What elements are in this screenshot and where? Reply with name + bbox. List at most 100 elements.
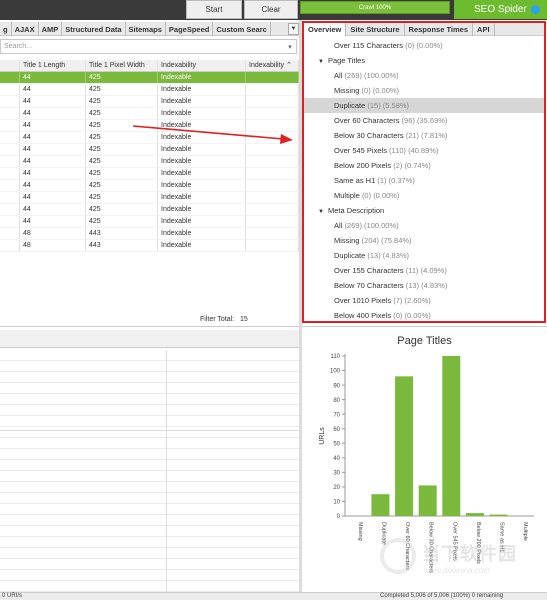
start-button[interactable]: Start — [186, 0, 242, 19]
tab-ajax[interactable]: AJAX — [12, 22, 39, 36]
chart-bar — [442, 356, 461, 516]
table-cell: Indexable — [158, 156, 246, 167]
overview-item-count: (269) (100.00%) — [344, 71, 399, 80]
overview-item[interactable]: Over 60 Characters (96) (35.69%) — [304, 113, 544, 128]
brand-logo: SEO Spider — [454, 0, 547, 19]
overview-item[interactable]: Duplicate (15) (5.58%) — [304, 98, 544, 113]
table-row[interactable]: 44 425 Indexable — [0, 132, 299, 144]
overview-item[interactable]: Multiple (0) (0.00%) — [304, 188, 544, 203]
overview-item[interactable]: Over 545 Pixels (110) (40.89%) — [304, 143, 544, 158]
overview-item[interactable]: Duplicate (13) (4.83%) — [304, 248, 544, 263]
chart-bar — [395, 376, 414, 516]
table-cell — [0, 216, 20, 227]
table-cell: Indexable — [158, 144, 246, 155]
table-row[interactable]: 48 443 Indexable — [0, 240, 299, 252]
table-cell: 48 — [20, 228, 86, 239]
table-cell: Indexable — [158, 180, 246, 191]
results-table: Title 1 Length Title 1 Pixel Width Index… — [0, 60, 299, 252]
y-tick-label: 80 — [333, 398, 340, 404]
watermark-text: 当下软件园 — [422, 544, 517, 564]
column-header[interactable]: Title 1 Pixel Width — [86, 60, 158, 71]
tab-response-times[interactable]: Response Times — [405, 23, 474, 36]
table-row[interactable]: 44 425 Indexable — [0, 84, 299, 96]
table-row[interactable]: 44 425 Indexable — [0, 96, 299, 108]
table-cell — [246, 96, 299, 107]
table-cell — [0, 132, 20, 143]
table-row[interactable]: 44 425 Indexable — [0, 216, 299, 228]
table-cell — [0, 192, 20, 203]
overview-item[interactable]: Below 400 Pixels (0) (0.00%) — [304, 308, 544, 321]
overview-item[interactable]: Below 30 Characters (21) (7.81%) — [304, 128, 544, 143]
tab-sitemaps[interactable]: Sitemaps — [126, 22, 166, 36]
table-row[interactable]: 44 425 Indexable — [0, 204, 299, 216]
table-cell — [246, 108, 299, 119]
y-tick-label: 40 — [333, 456, 340, 462]
overview-item-label: Below 400 Pixels — [334, 311, 392, 320]
search-input[interactable]: Search... ▾ — [0, 39, 297, 54]
tab-api[interactable]: API — [473, 23, 495, 36]
overview-item[interactable]: Below 200 Pixels (2) (0.74%) — [304, 158, 544, 173]
overview-item-label: All — [334, 71, 343, 80]
divider — [0, 326, 299, 327]
column-header[interactable]: Title 1 Length — [20, 60, 86, 71]
tab-hidden-prev[interactable]: g — [0, 22, 12, 36]
tab-pagespeed[interactable]: PageSpeed — [166, 22, 214, 36]
tab-site-structure[interactable]: Site Structure — [346, 23, 405, 36]
y-tick-label: 50 — [333, 441, 340, 447]
overview-item-label: Same as H1 — [334, 176, 376, 185]
table-row[interactable]: 44 425 Indexable — [0, 192, 299, 204]
tab-amp[interactable]: AMP — [39, 22, 63, 36]
table-cell — [0, 144, 20, 155]
overview-item[interactable]: All (269) (100.00%) — [304, 218, 544, 233]
table-cell — [246, 84, 299, 95]
column-header[interactable]: Indexability ⌃ — [246, 60, 299, 71]
table-row[interactable]: 44 425 Indexable — [0, 180, 299, 192]
overview-item[interactable]: All (269) (100.00%) — [304, 68, 544, 83]
table-row[interactable]: 44 425 Indexable — [0, 144, 299, 156]
chart-bar — [465, 513, 484, 516]
table-cell: Indexable — [158, 120, 246, 131]
table-row[interactable]: 44 425 Indexable — [0, 168, 299, 180]
table-cell — [0, 204, 20, 215]
overview-item[interactable]: Missing (204) (75.84%) — [304, 233, 544, 248]
table-row[interactable]: 44 425 Indexable — [0, 108, 299, 120]
table-cell — [0, 84, 20, 95]
chevron-down-icon[interactable]: ▾ — [284, 43, 296, 51]
column-header[interactable]: Indexability — [158, 60, 246, 71]
table-cell: 425 — [86, 72, 158, 83]
chart-bar — [418, 485, 437, 516]
tab-custom-search[interactable]: Custom Searc — [213, 22, 271, 36]
y-tick-label: 60 — [333, 427, 340, 433]
table-cell: Indexable — [158, 72, 246, 83]
overview-item-label: Multiple — [334, 191, 360, 200]
overview-item[interactable]: Over 1010 Pixels (7) (2.60%) — [304, 293, 544, 308]
tab-overview[interactable]: Overview — [304, 23, 347, 36]
overview-item-label: All — [334, 221, 343, 230]
detail-grid — [0, 350, 299, 592]
tabs-overflow-dropdown[interactable]: ▼ — [288, 23, 299, 35]
overview-item[interactable]: Missing (0) (0.00%) — [304, 83, 544, 98]
overview-item[interactable]: Over 115 Characters (0) (0.00%) — [304, 38, 544, 53]
brand-name: SEO Spider — [474, 4, 527, 15]
overview-item[interactable]: Below 70 Characters (13) (4.83%) — [304, 278, 544, 293]
table-cell: Indexable — [158, 216, 246, 227]
table-row[interactable]: 44 425 Indexable — [0, 72, 299, 84]
expand-triangle-icon[interactable]: ▼ — [318, 209, 324, 215]
overview-group[interactable]: ▼ Page Titles — [304, 53, 544, 68]
column-header[interactable] — [0, 60, 20, 71]
overview-item[interactable]: Over 155 Characters (11) (4.09%) — [304, 263, 544, 278]
overview-item-count: (2) (0.74%) — [393, 161, 431, 170]
overview-group[interactable]: ▼ Meta Description — [304, 203, 544, 218]
clear-button[interactable]: Clear — [244, 0, 298, 19]
table-row[interactable]: 44 425 Indexable — [0, 156, 299, 168]
tab-structured-data[interactable]: Structured Data — [62, 22, 126, 36]
table-cell — [246, 192, 299, 203]
expand-triangle-icon[interactable]: ▼ — [318, 59, 324, 65]
overview-item-label: Below 70 Characters — [334, 281, 404, 290]
table-row[interactable]: 48 443 Indexable — [0, 228, 299, 240]
twitter-icon[interactable] — [530, 5, 540, 14]
table-cell: 425 — [86, 168, 158, 179]
table-row[interactable]: 44 425 Indexable — [0, 120, 299, 132]
overview-item[interactable]: Same as H1 (1) (0.37%) — [304, 173, 544, 188]
table-cell: 443 — [86, 228, 158, 239]
